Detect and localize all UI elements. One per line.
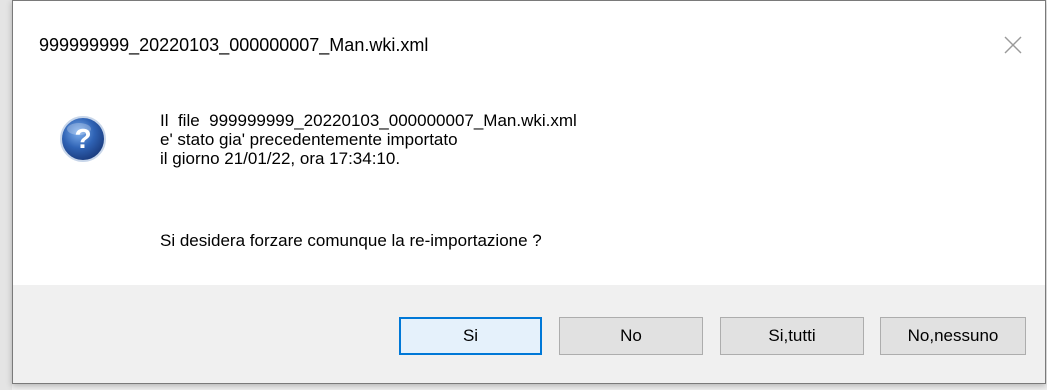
dialog-content: ? Il file 999999999_20220103_000000007_M… [13,93,1045,285]
message-line-2: e' stato gia' precedentemente importato [160,130,458,149]
close-icon [1004,36,1022,54]
question-text: Si desidera forzare comunque la re-impor… [160,231,542,250]
no-to-all-button[interactable]: No,nessuno [880,317,1026,355]
dialog-title: 999999999_20220103_000000007_Man.wki.xml [39,35,429,55]
question-icon: ? [60,116,106,162]
yes-button[interactable]: Si [399,317,542,355]
message-text: Il file 999999999_20220103_000000007_Man… [160,111,577,168]
message-line-1: Il file 999999999_20220103_000000007_Man… [160,111,577,130]
message-line-3: il giorno 21/01/22, ora 17:34:10. [160,149,401,168]
background-window-edge [0,0,12,390]
close-button[interactable] [995,27,1031,63]
svg-text:?: ? [74,123,91,154]
yes-to-all-button[interactable]: Si,tutti [720,317,864,355]
message-dialog: 999999999_20220103_000000007_Man.wki.xml… [12,0,1046,384]
no-button[interactable]: No [559,317,703,355]
title-bar: 999999999_20220103_000000007_Man.wki.xml [13,1,1045,93]
button-bar: Si No Si,tutti No,nessuno [13,285,1045,383]
